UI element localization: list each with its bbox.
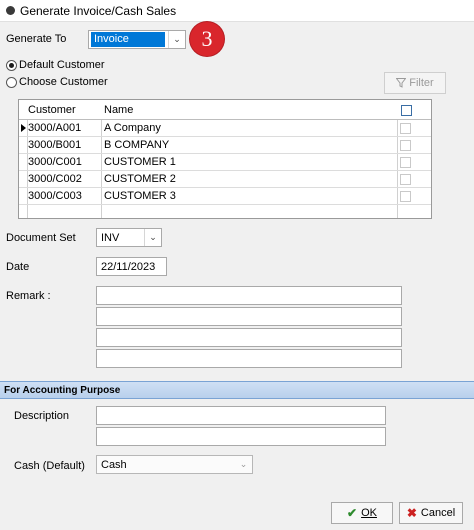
step-number-badge: 3 <box>190 22 224 56</box>
row-checkbox[interactable] <box>400 191 411 202</box>
table-row[interactable]: 3000/B001 B COMPANY <box>19 137 431 154</box>
checkmark-icon: ✔ <box>347 506 358 520</box>
filter-button[interactable]: Filter <box>384 72 446 94</box>
close-icon: ✖ <box>406 506 417 520</box>
cancel-button[interactable]: ✖ Cancel <box>399 502 463 524</box>
row-checkbox[interactable] <box>400 157 411 168</box>
column-header-customer[interactable]: Customer <box>28 104 76 116</box>
generate-to-value: Invoice <box>91 32 165 47</box>
date-field[interactable]: 22/11/2023 <box>96 257 167 276</box>
customer-name: B COMPANY <box>104 139 170 151</box>
select-all-checkbox[interactable] <box>401 105 412 116</box>
table-row[interactable]: 3000/C003 CUSTOMER 3 <box>19 188 431 205</box>
document-set-value: INV <box>101 232 120 244</box>
funnel-icon <box>396 78 407 88</box>
title-bar: Generate Invoice/Cash Sales <box>0 0 474 22</box>
remark-line-1-input[interactable] <box>96 286 402 305</box>
generate-to-label: Generate To <box>6 33 67 45</box>
current-row-pointer-icon <box>21 124 26 132</box>
customer-code: 3000/C001 <box>28 156 82 168</box>
choose-customer-radio[interactable] <box>6 77 17 88</box>
window-title: Generate Invoice/Cash Sales <box>20 4 177 18</box>
filter-button-label: Filter <box>409 77 434 89</box>
cash-account-value: Cash <box>101 459 127 471</box>
row-checkbox[interactable] <box>400 123 411 134</box>
generate-to-select[interactable]: Invoice ⌄ <box>88 30 186 49</box>
document-set-label: Document Set <box>6 232 76 244</box>
default-customer-label[interactable]: Default Customer <box>19 59 105 71</box>
customer-code: 3000/A001 <box>28 122 82 134</box>
ok-button[interactable]: ✔ OK <box>331 502 393 524</box>
date-label: Date <box>6 261 30 273</box>
row-checkbox[interactable] <box>400 174 411 185</box>
default-customer-radio[interactable] <box>6 60 17 71</box>
description-line-2-input[interactable] <box>96 427 386 446</box>
column-header-name[interactable]: Name <box>104 104 133 116</box>
customer-code: 3000/C002 <box>28 173 82 185</box>
description-line-1-input[interactable] <box>96 406 386 425</box>
cash-account-select[interactable]: Cash ⌄ <box>96 455 253 474</box>
chevron-down-icon[interactable]: ⌄ <box>235 456 252 473</box>
table-row[interactable]: 3000/C002 CUSTOMER 2 <box>19 171 431 188</box>
date-value: 22/11/2023 <box>101 261 156 273</box>
customer-name: CUSTOMER 2 <box>104 173 176 185</box>
ok-button-label: OK <box>361 507 377 519</box>
row-checkbox[interactable] <box>400 140 411 151</box>
accounting-section-header: For Accounting Purpose <box>0 381 474 399</box>
document-set-select[interactable]: INV ⌄ <box>96 228 162 247</box>
grid-header-row: Customer Name <box>19 100 431 120</box>
table-row[interactable]: 3000/C001 CUSTOMER 1 <box>19 154 431 171</box>
customer-name: A Company <box>104 122 161 134</box>
remark-line-3-input[interactable] <box>96 328 402 347</box>
remark-line-4-input[interactable] <box>96 349 402 368</box>
description-label: Description <box>14 410 70 422</box>
customer-code: 3000/C003 <box>28 190 82 202</box>
customer-name: CUSTOMER 3 <box>104 190 176 202</box>
app-icon <box>6 6 15 15</box>
customer-code: 3000/B001 <box>28 139 82 151</box>
cash-default-label: Cash (Default) <box>14 460 85 472</box>
choose-customer-label[interactable]: Choose Customer <box>19 76 108 88</box>
table-row[interactable]: 3000/A001 A Company <box>19 120 431 137</box>
remark-line-2-input[interactable] <box>96 307 402 326</box>
chevron-down-icon[interactable]: ⌄ <box>144 229 161 246</box>
table-row-empty[interactable] <box>19 205 431 222</box>
chevron-down-icon[interactable]: ⌄ <box>168 31 185 48</box>
cancel-button-label: Cancel <box>420 507 456 519</box>
customer-name: CUSTOMER 1 <box>104 156 176 168</box>
customer-grid[interactable]: Customer Name 3000/A001 A Company 3000/B… <box>18 99 432 219</box>
remark-label: Remark : <box>6 290 51 302</box>
